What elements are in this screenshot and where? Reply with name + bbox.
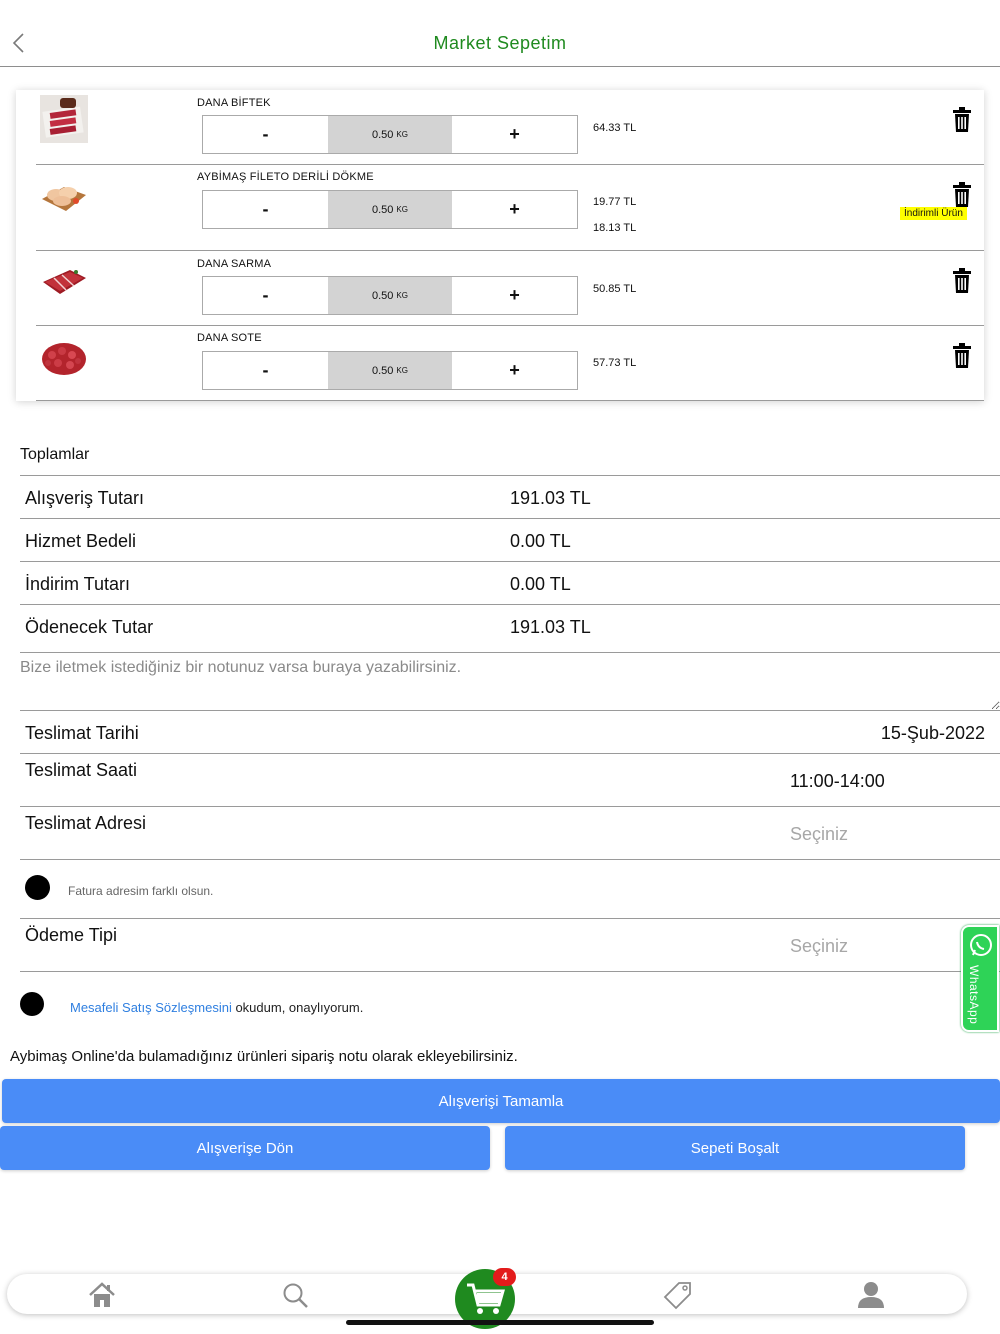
subtotal-value: 191.03 TL bbox=[510, 488, 591, 508]
decrease-button[interactable]: - bbox=[203, 277, 328, 314]
product-image bbox=[43, 270, 86, 294]
complete-order-button[interactable]: Alışverişi Tamamla bbox=[2, 1079, 1000, 1123]
quantity-unit: KG bbox=[396, 366, 408, 375]
cart-item: AYBİMAŞ FİLETO DERİLİ DÖKME - 0.50 KG + 1… bbox=[16, 165, 984, 251]
cart-item: DANA SOTE - 0.50 KG + 57.73 TL bbox=[16, 326, 984, 401]
trash-icon[interactable] bbox=[951, 268, 973, 294]
delivery-date-value: 15-Şub-2022 bbox=[880, 723, 985, 743]
quantity-number: 0.50 bbox=[372, 289, 394, 302]
totals-row: Hizmet Bedeli 0.00 TL bbox=[20, 518, 1000, 561]
quantity-unit: KG bbox=[396, 291, 408, 300]
product-image bbox=[42, 343, 86, 375]
cart-count-badge: 4 bbox=[493, 1268, 516, 1286]
delivery-date-row[interactable]: Teslimat Tarihi 15-Şub-2022 bbox=[20, 710, 1000, 753]
cart-list: DANA BİFTEK - 0.50 KG + 64.33 TL AYBİMAŞ … bbox=[16, 90, 984, 401]
delivery-address-select[interactable]: Seçiniz bbox=[790, 824, 848, 845]
quantity-unit: KG bbox=[396, 130, 408, 139]
invoice-address-label: Fatura adresim farklı olsun. bbox=[68, 884, 214, 898]
service-fee-label: Hizmet Bedeli bbox=[25, 531, 137, 551]
payable-label: Ödenecek Tutar bbox=[25, 617, 154, 637]
totals-title: Toplamlar bbox=[20, 446, 90, 463]
decrease-button[interactable]: - bbox=[203, 352, 328, 389]
quantity-number: 0.50 bbox=[372, 128, 394, 141]
invoice-address-radio[interactable] bbox=[25, 875, 50, 900]
product-name: DANA SOTE bbox=[197, 332, 262, 344]
delivery-date-label: Teslimat Tarihi bbox=[25, 723, 139, 743]
payment-type-select[interactable]: Seçiniz bbox=[790, 936, 848, 957]
info-text: Aybimaş Online'da bulamadığınız ürünleri… bbox=[10, 1048, 518, 1065]
trash-icon[interactable] bbox=[951, 182, 973, 208]
quantity-value: 0.50 KG bbox=[328, 116, 452, 153]
product-price: 50.85 TL bbox=[593, 283, 637, 295]
discount-badge: İndirimli Ürün bbox=[900, 207, 967, 220]
totals-row: Alışveriş Tutarı 191.03 TL bbox=[20, 475, 1000, 518]
contract-radio[interactable] bbox=[20, 992, 44, 1016]
order-note-input[interactable] bbox=[20, 652, 1000, 710]
continue-shopping-button[interactable]: Alışverişe Dön bbox=[0, 1126, 490, 1170]
subtotal-label: Alışveriş Tutarı bbox=[25, 488, 145, 508]
payable-value: 191.03 TL bbox=[510, 617, 591, 637]
product-image bbox=[42, 187, 86, 211]
header: Market Sepetim bbox=[0, 0, 1000, 67]
payment-type-label: Ödeme Tipi bbox=[25, 925, 118, 945]
divider bbox=[20, 971, 1000, 972]
product-name: AYBİMAŞ FİLETO DERİLİ DÖKME bbox=[197, 171, 374, 183]
trash-icon[interactable] bbox=[951, 343, 973, 369]
cart-item: DANA SARMA - 0.50 KG + 50.85 TL bbox=[16, 251, 984, 326]
delivery-time-value: 11:00-14:00 bbox=[790, 771, 885, 791]
contract-text: Mesafeli Satış Sözleşmesini okudum, onay… bbox=[70, 1000, 363, 1015]
quantity-stepper: - 0.50 KG + bbox=[202, 190, 578, 229]
cart-icon bbox=[467, 1283, 505, 1314]
user-icon[interactable] bbox=[856, 1280, 886, 1310]
product-price: 64.33 TL bbox=[593, 122, 637, 134]
quantity-number: 0.50 bbox=[372, 364, 394, 377]
discount-label: İndirim Tutarı bbox=[25, 574, 131, 594]
product-price: 57.73 TL bbox=[593, 357, 637, 369]
product-name: DANA BİFTEK bbox=[197, 97, 271, 109]
product-image bbox=[40, 95, 88, 143]
product-price: 19.77 TL bbox=[593, 196, 637, 208]
home-indicator bbox=[346, 1320, 654, 1325]
product-name: DANA SARMA bbox=[197, 258, 272, 270]
empty-cart-button[interactable]: Sepeti Boşalt bbox=[505, 1126, 965, 1170]
discount-value: 0.00 TL bbox=[510, 574, 571, 594]
totals-row: Ödenecek Tutar 191.03 TL bbox=[20, 604, 1000, 647]
contract-suffix: okudum, onaylıyorum. bbox=[231, 1000, 364, 1015]
quantity-number: 0.50 bbox=[372, 203, 394, 216]
increase-button[interactable]: + bbox=[452, 277, 577, 314]
increase-button[interactable]: + bbox=[452, 191, 577, 228]
whatsapp-button[interactable]: WhatsApp bbox=[961, 925, 999, 1032]
quantity-stepper: - 0.50 KG + bbox=[202, 276, 578, 315]
payment-type-row[interactable]: Ödeme Tipi Seçiniz bbox=[20, 918, 1000, 971]
contract-link[interactable]: Mesafeli Satış Sözleşmesini bbox=[70, 1000, 232, 1015]
discounted-price: 18.13 TL bbox=[593, 222, 637, 234]
home-icon[interactable] bbox=[87, 1280, 117, 1310]
cart-item: DANA BİFTEK - 0.50 KG + 64.33 TL bbox=[16, 90, 984, 165]
delivery-address-row[interactable]: Teslimat Adresi Seçiniz bbox=[20, 806, 1000, 859]
increase-button[interactable]: + bbox=[452, 116, 577, 153]
decrease-button[interactable]: - bbox=[203, 191, 328, 228]
quantity-unit: KG bbox=[396, 205, 408, 214]
totals-row: İndirim Tutarı 0.00 TL bbox=[20, 561, 1000, 604]
search-icon[interactable] bbox=[280, 1280, 310, 1310]
quantity-value: 0.50 KG bbox=[328, 191, 452, 228]
quantity-value: 0.50 KG bbox=[328, 352, 452, 389]
whatsapp-icon bbox=[970, 934, 992, 956]
delivery-time-row[interactable]: Teslimat Saati 11:00-14:00 bbox=[20, 753, 1000, 806]
tag-icon[interactable] bbox=[663, 1280, 693, 1310]
increase-button[interactable]: + bbox=[452, 352, 577, 389]
delivery-address-label: Teslimat Adresi bbox=[25, 813, 147, 833]
service-fee-value: 0.00 TL bbox=[510, 531, 571, 551]
quantity-stepper: - 0.50 KG + bbox=[202, 115, 578, 154]
page-title: Market Sepetim bbox=[433, 33, 567, 53]
quantity-stepper: - 0.50 KG + bbox=[202, 351, 578, 390]
quantity-value: 0.50 KG bbox=[328, 277, 452, 314]
decrease-button[interactable]: - bbox=[203, 116, 328, 153]
whatsapp-label: WhatsApp bbox=[967, 965, 981, 1025]
delivery-time-label: Teslimat Saati bbox=[25, 760, 138, 780]
trash-icon[interactable] bbox=[951, 107, 973, 133]
